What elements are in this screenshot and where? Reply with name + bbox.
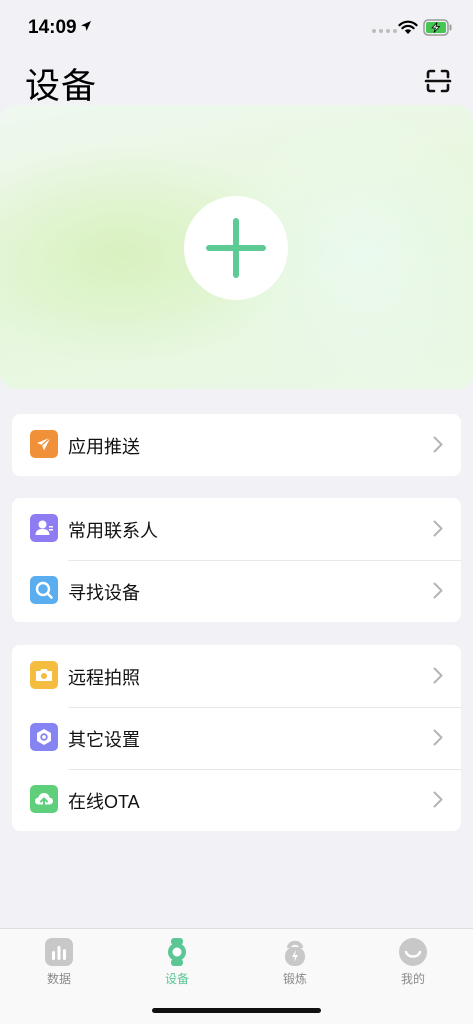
scan-icon[interactable] (424, 67, 452, 95)
status-bar: 14:09 (0, 0, 473, 56)
cellular-signal-icon (372, 29, 397, 33)
menu-item-label: 常用联系人 (68, 521, 158, 541)
wifi-icon (398, 20, 418, 34)
kettlebell-icon (285, 940, 305, 966)
chevron-right-icon (433, 582, 443, 599)
menu-item-contacts[interactable]: 常用联系人 (12, 498, 461, 560)
menu-item-other-settings[interactable]: 其它设置 (12, 707, 461, 769)
smile-icon (399, 938, 427, 966)
tab-profile[interactable]: 我的 (354, 929, 472, 999)
menu-item-remote-photo[interactable]: 远程拍照 (12, 645, 461, 707)
menu-item-app-push[interactable]: 应用推送 (12, 414, 461, 476)
menu-item-label: 在线OTA (68, 792, 140, 812)
menu-item-label: 其它设置 (68, 730, 140, 750)
magnifier-icon (30, 576, 58, 604)
battery-icon (423, 19, 452, 36)
chart-icon (45, 938, 73, 966)
camera-icon (30, 661, 58, 689)
tab-label: 我的 (400, 972, 425, 986)
plus-icon (206, 218, 266, 278)
tab-label: 锻炼 (282, 972, 307, 986)
location-arrow-icon (81, 21, 91, 31)
push-card: 应用推送 (12, 414, 461, 476)
contact-icon (30, 514, 58, 542)
watch-icon (168, 938, 186, 966)
chevron-right-icon (433, 436, 443, 453)
hexagon-settings-icon (30, 723, 58, 751)
add-device-button[interactable] (184, 196, 288, 300)
menu-item-ota[interactable]: 在线OTA (12, 769, 461, 831)
tab-label: 数据 (46, 972, 71, 986)
cloud-upload-icon (30, 785, 58, 813)
paper-plane-icon (30, 430, 58, 458)
status-time: 14:09 (28, 17, 77, 38)
page-title: 设备 (25, 67, 98, 106)
home-indicator (152, 1008, 321, 1013)
tools-card: 远程拍照 其它设置 在线OTA (12, 645, 461, 831)
chevron-right-icon (433, 791, 443, 808)
contacts-card: 常用联系人 寻找设备 (12, 498, 461, 622)
menu-item-label: 寻找设备 (68, 583, 140, 603)
tab-device[interactable]: 设备 (118, 929, 236, 999)
tab-exercise[interactable]: 锻炼 (236, 929, 354, 999)
add-device-panel (0, 105, 473, 389)
chevron-right-icon (433, 667, 443, 684)
chevron-right-icon (433, 729, 443, 746)
tab-data[interactable]: 数据 (0, 929, 118, 999)
menu-item-label: 应用推送 (68, 437, 140, 457)
menu-item-label: 远程拍照 (68, 668, 140, 688)
chevron-right-icon (433, 520, 443, 537)
tab-label: 设备 (164, 972, 189, 986)
menu-item-find-device[interactable]: 寻找设备 (12, 560, 461, 622)
